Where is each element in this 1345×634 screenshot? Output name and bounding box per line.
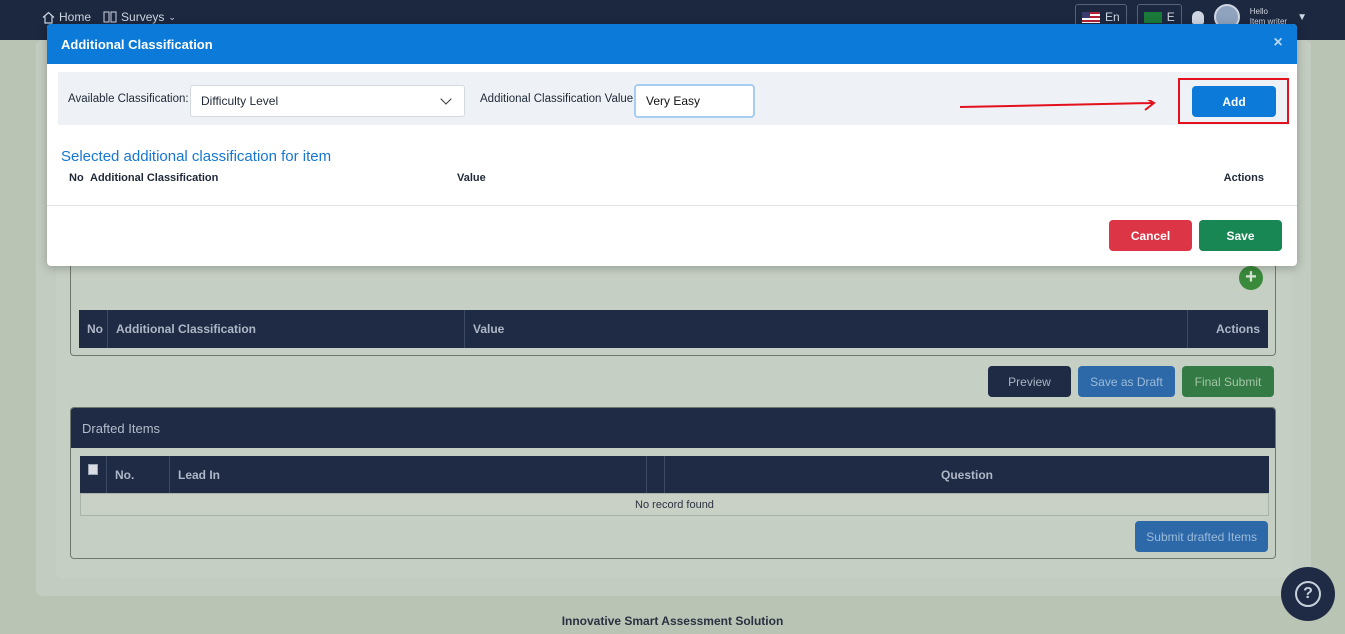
col-no: No bbox=[79, 310, 108, 348]
save-button[interactable]: Save bbox=[1199, 220, 1282, 251]
modal-header: Additional Classification × bbox=[47, 24, 1297, 64]
col-additional-classification: Additional Classification bbox=[108, 310, 465, 348]
close-icon[interactable]: × bbox=[1271, 35, 1285, 51]
top-nav: Home Surveys ⌄ bbox=[42, 10, 176, 24]
footer: Innovative Smart Assessment Solution bbox=[561, 614, 784, 628]
col-actions: Actions bbox=[1223, 172, 1264, 184]
form-actions: Preview Save as Draft Final Submit bbox=[988, 366, 1274, 397]
col-no: No. bbox=[107, 456, 170, 493]
empty-state: No record found bbox=[80, 493, 1269, 516]
bell-icon[interactable] bbox=[1191, 10, 1204, 24]
submit-drafted-button[interactable]: Submit drafted Items bbox=[1135, 521, 1268, 552]
greeting-label: Hello bbox=[1249, 7, 1268, 16]
nav-surveys[interactable]: Surveys ⌄ bbox=[103, 10, 176, 24]
available-classification-select[interactable]: Difficulty Level bbox=[190, 85, 465, 117]
selected-classification-table-header: No Additional Classification Value Actio… bbox=[69, 172, 1264, 188]
final-submit-button[interactable]: Final Submit bbox=[1182, 366, 1274, 397]
nav-home-label: Home bbox=[59, 10, 92, 24]
highlight-annotation bbox=[1178, 78, 1289, 124]
col-actions: Actions bbox=[1215, 322, 1260, 336]
available-classification-value: Difficulty Level bbox=[201, 94, 279, 108]
help-button[interactable]: ? bbox=[1281, 567, 1335, 621]
save-draft-button[interactable]: Save as Draft bbox=[1078, 366, 1175, 397]
drafted-items-panel: Drafted Items No. Lead In Question No re… bbox=[70, 407, 1276, 559]
book-icon bbox=[103, 11, 117, 23]
drafted-items-title: Drafted Items bbox=[71, 408, 1275, 448]
classification-table-header: No Additional Classification Value Actio… bbox=[79, 310, 1268, 348]
selected-classification-title: Selected additional classification for i… bbox=[61, 148, 332, 165]
drafted-table-header: No. Lead In Question bbox=[80, 456, 1269, 493]
language-en-label: En bbox=[1105, 10, 1120, 24]
col-additional-classification: Additional Classification bbox=[90, 172, 219, 184]
col-spacer bbox=[647, 456, 665, 493]
cancel-button[interactable]: Cancel bbox=[1109, 220, 1192, 251]
modal-title: Additional Classification bbox=[61, 36, 213, 52]
classification-filter-row: Available Classification: Difficulty Lev… bbox=[58, 72, 1288, 125]
preview-button[interactable]: Preview bbox=[988, 366, 1071, 397]
arrow-annotation-icon bbox=[960, 100, 1156, 111]
col-no: No bbox=[69, 172, 84, 184]
classification-value-label: Additional Classification Value bbox=[480, 93, 634, 105]
us-flag-icon bbox=[1082, 11, 1101, 23]
chevron-down-icon: ⌄ bbox=[168, 11, 176, 22]
col-value: Value bbox=[465, 310, 1188, 348]
col-question: Question bbox=[940, 467, 993, 482]
language-ar-label: E bbox=[1166, 10, 1175, 24]
col-lead-in: Lead In bbox=[170, 456, 647, 493]
nav-home[interactable]: Home bbox=[42, 10, 91, 24]
col-value: Value bbox=[457, 172, 486, 184]
chevron-down-icon bbox=[440, 93, 452, 105]
drafted-items-table: No. Lead In Question No record found bbox=[80, 456, 1269, 516]
classification-value-input[interactable] bbox=[634, 84, 755, 118]
caret-down-icon[interactable]: ▼ bbox=[1297, 12, 1307, 23]
additional-classification-modal: Additional Classification × Available Cl… bbox=[47, 24, 1297, 266]
available-classification-label: Available Classification: bbox=[68, 93, 189, 105]
nav-surveys-label: Surveys bbox=[121, 10, 165, 24]
help-icon: ? bbox=[1295, 581, 1321, 607]
add-classification-icon[interactable]: + bbox=[1239, 266, 1263, 290]
select-all-checkbox[interactable] bbox=[88, 464, 98, 475]
select-all-cell bbox=[80, 456, 107, 493]
home-icon bbox=[42, 11, 55, 24]
sa-flag-icon bbox=[1143, 11, 1162, 23]
modal-divider bbox=[47, 205, 1297, 206]
